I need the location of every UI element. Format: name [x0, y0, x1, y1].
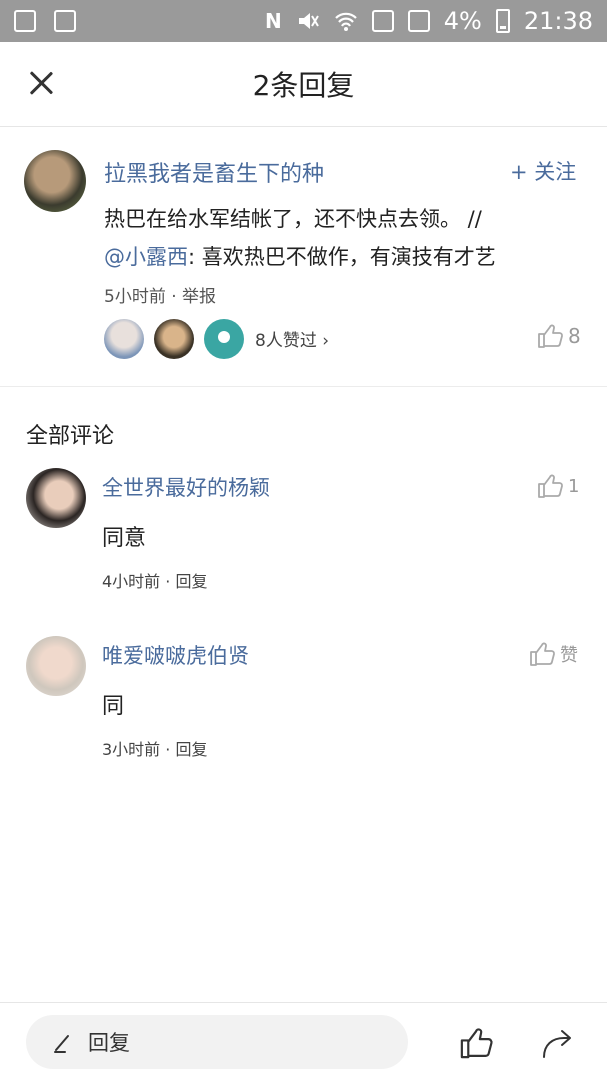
comment-text: 同	[102, 694, 125, 719]
mute-icon	[298, 13, 319, 29]
status-bar: N 4% 21:38	[0, 0, 607, 42]
sim2-icon	[407, 10, 430, 32]
thumbs-up-icon	[460, 1028, 493, 1059]
comment-text: 同意	[102, 526, 147, 551]
nfc-icon: N	[265, 9, 282, 33]
sim1-icon	[371, 10, 394, 32]
battery-percent: 4%	[443, 7, 482, 35]
battery-icon	[495, 9, 510, 33]
like-label: 赞	[560, 645, 578, 666]
comment-like-button[interactable]: 赞	[528, 640, 578, 668]
page-title: 2条回复	[252, 69, 355, 102]
list-item: 全世界最好的杨颖 同意 4小时前 · 回复 1	[0, 468, 607, 628]
reply-label: 回复	[88, 1031, 130, 1055]
notification-icon	[14, 10, 36, 32]
avatar[interactable]	[104, 319, 144, 359]
comment-meta[interactable]: 4小时前 · 回复	[102, 568, 207, 592]
close-icon[interactable]	[26, 68, 56, 98]
share-button[interactable]	[540, 1025, 576, 1065]
post-text-part2: : 喜欢热巴不做作，有演技有才艺	[188, 245, 496, 269]
avatar[interactable]	[204, 319, 244, 359]
commenter-name[interactable]: 唯爱啵啵虎伯贤	[102, 640, 249, 670]
post-text: 热巴在给水军结帐了，还不快点去领。 // @小露西: 喜欢热巴不做作，有演技有才…	[104, 200, 584, 276]
post-meta[interactable]: 5小时前 · 举报	[104, 282, 216, 307]
list-item: 唯爱啵啵虎伯贤 同 3小时前 · 回复 赞	[0, 636, 607, 796]
thumbs-up-icon	[538, 324, 563, 348]
bottom-bar: 回复	[0, 1002, 607, 1081]
share-icon	[543, 1030, 571, 1058]
edit-icon	[54, 1035, 69, 1053]
follow-button[interactable]: + 关注	[510, 156, 576, 186]
likers-link[interactable]: 8人赞过 ›	[255, 326, 329, 351]
thumbs-up-icon	[530, 642, 555, 666]
author-name[interactable]: 拉黑我者是畜生下的种	[104, 156, 324, 188]
header: 2条回复	[0, 42, 607, 127]
avatar[interactable]	[26, 468, 86, 528]
comment-meta[interactable]: 3小时前 · 回复	[102, 736, 207, 760]
post-like-button[interactable]: 8	[536, 322, 581, 350]
like-count: 1	[568, 475, 580, 497]
wifi-icon	[334, 12, 357, 31]
clock: 21:38	[523, 7, 593, 35]
post-text-part1: 热巴在给水军结帐了，还不快点去领。 //	[104, 207, 482, 231]
avatar[interactable]	[24, 150, 86, 212]
section-title: 全部评论	[26, 424, 115, 449]
mention-link[interactable]: @小露西	[104, 245, 188, 269]
avatar[interactable]	[154, 319, 194, 359]
avatar[interactable]	[26, 636, 86, 696]
image-icon	[54, 10, 76, 32]
like-count: 8	[568, 324, 581, 348]
commenter-name[interactable]: 全世界最好的杨颖	[102, 472, 270, 502]
liker-avatars[interactable]	[104, 319, 244, 359]
thumbs-up-icon	[538, 474, 563, 498]
main-post: 拉黑我者是畜生下的种 + 关注 热巴在给水军结帐了，还不快点去领。 // @小露…	[0, 126, 607, 387]
reply-input[interactable]: 回复	[26, 1015, 408, 1069]
like-button[interactable]	[458, 1025, 494, 1065]
comment-like-button[interactable]: 1	[536, 472, 579, 500]
